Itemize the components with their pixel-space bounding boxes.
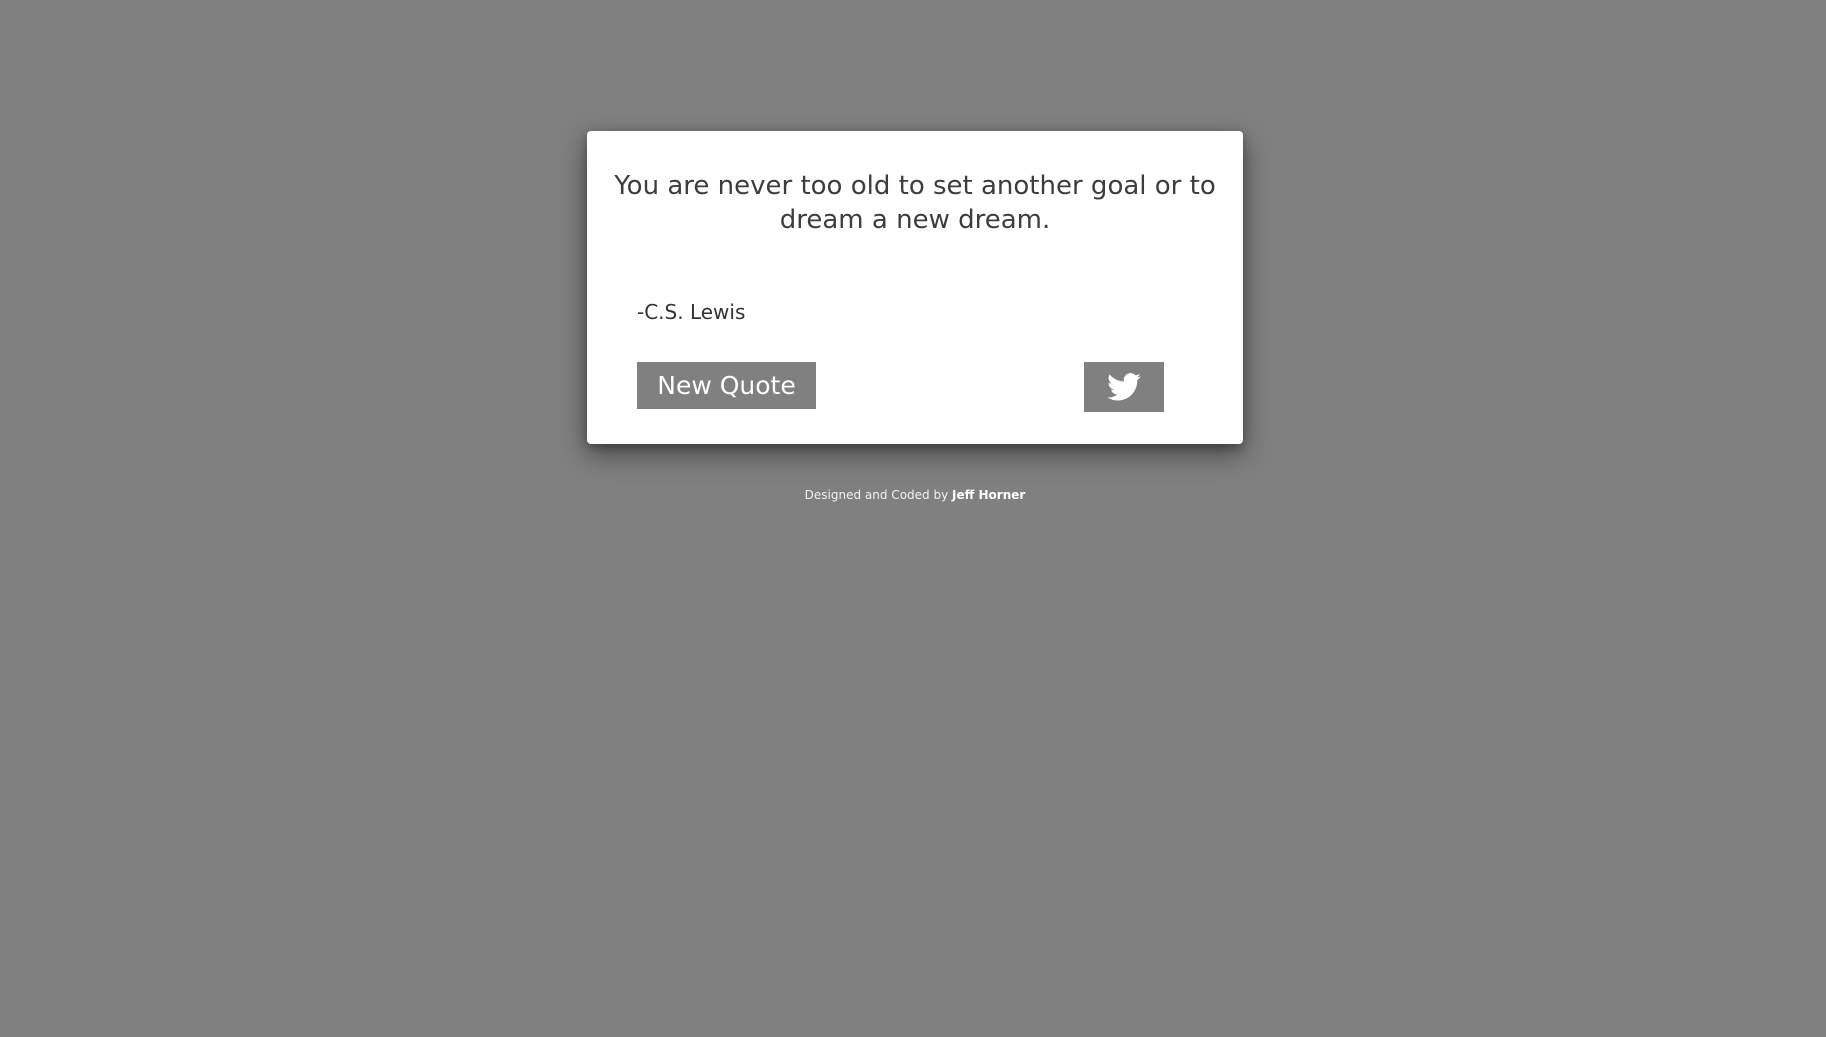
quote-author: -C.S. Lewis xyxy=(637,300,746,324)
twitter-bird-icon xyxy=(1107,373,1141,401)
footer-author-name[interactable]: Jeff Horner xyxy=(952,488,1025,502)
quote-card: You are never too old to set another goa… xyxy=(587,131,1243,444)
footer-prefix: Designed and Coded by xyxy=(804,488,949,502)
tweet-button[interactable] xyxy=(1084,362,1164,412)
new-quote-button[interactable]: New Quote xyxy=(637,362,816,409)
footer-credit: Designed and Coded by Jeff Horner xyxy=(0,486,1826,504)
quote-text: You are never too old to set another goa… xyxy=(614,171,1216,235)
